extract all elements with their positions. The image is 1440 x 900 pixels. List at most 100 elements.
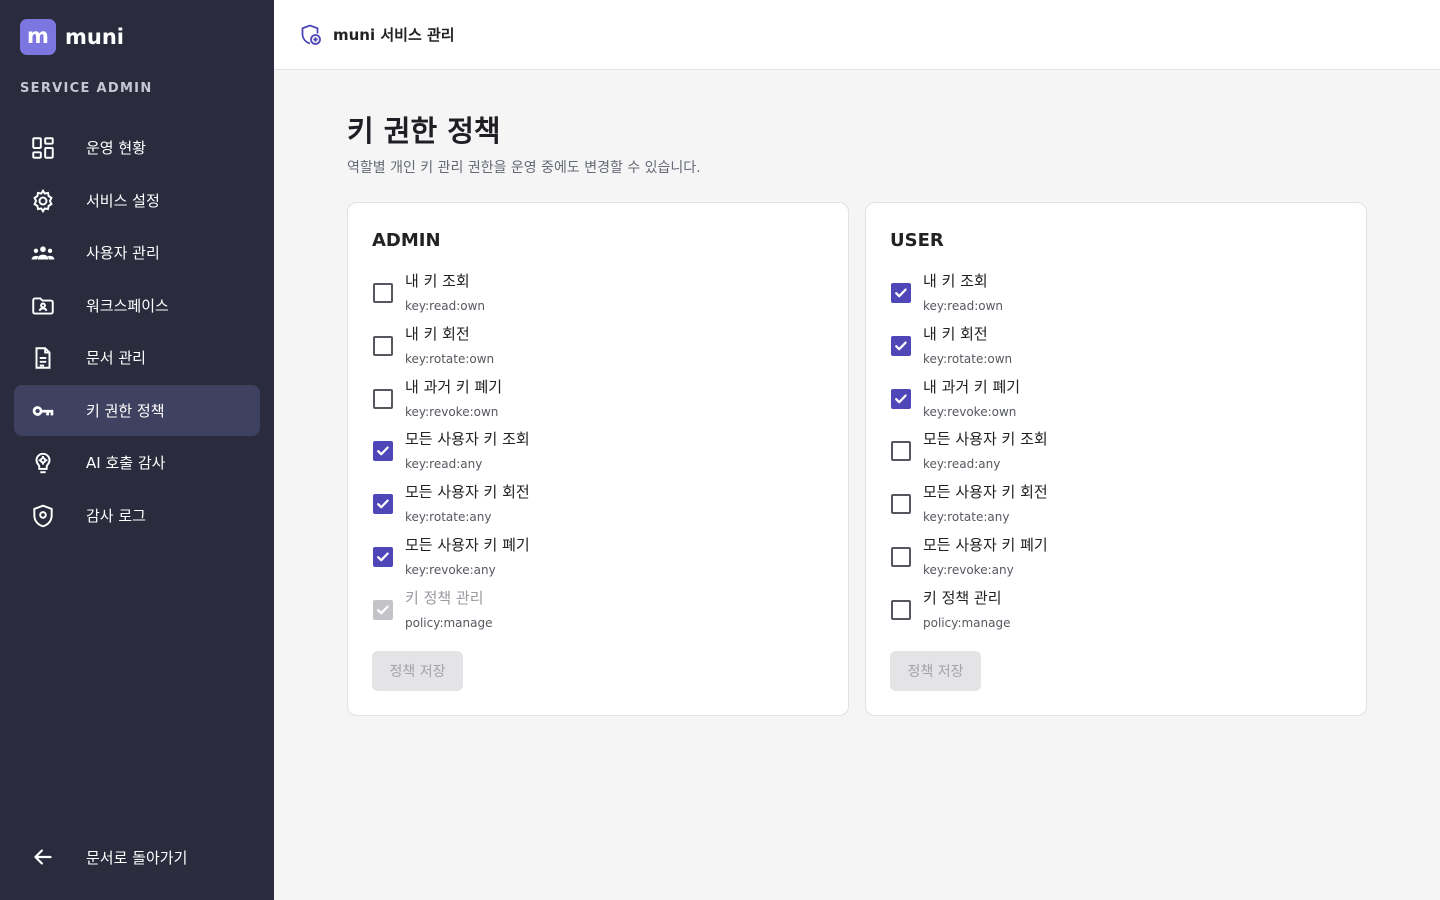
role-card-user: USER 내 키 조회 key:read:own 내 키 회전 key:rotate:… [865, 202, 1367, 716]
permission-item[interactable]: 모든 사용자 키 회전 key:rotate:any [372, 479, 832, 532]
permission-checkbox[interactable] [373, 388, 393, 409]
permission-label: 모든 사용자 키 회전 [405, 483, 530, 502]
sidebar-item-label: AI 호출 감사 [86, 454, 166, 472]
permission-checkbox[interactable] [891, 388, 911, 409]
sidebar: m muni SERVICE ADMIN 운영 현황 서비스 설정 사용자 관리 [0, 0, 274, 900]
permission-checkbox[interactable] [891, 599, 911, 620]
save-policy-button[interactable]: 정책 저장 [372, 651, 463, 691]
brand-mark: m [20, 19, 56, 55]
permission-code: key:rotate:any [923, 510, 1010, 525]
permission-item[interactable]: 내 과거 키 폐기 key:revoke:own [372, 374, 832, 427]
permission-item[interactable]: 내 키 회전 key:rotate:own [372, 321, 832, 374]
dashboard-icon [32, 137, 54, 159]
permission-item[interactable]: 내 키 조회 key:read:own [372, 268, 832, 321]
sidebar-item-ai-audit[interactable]: AI 호출 감사 [14, 437, 260, 488]
sidebar-item-service-settings[interactable]: 서비스 설정 [14, 175, 260, 226]
permission-label: 내 키 회전 [923, 324, 988, 343]
brand-name: muni [65, 25, 124, 49]
permission-checkbox[interactable] [373, 283, 393, 303]
permission-checkbox[interactable] [891, 494, 911, 515]
sidebar-item-users[interactable]: 사용자 관리 [14, 227, 260, 278]
checkmark-icon [895, 341, 907, 351]
permission-label: 내 과거 키 폐기 [405, 377, 503, 396]
sidebar-item-label: 워크스페이스 [86, 296, 169, 315]
permission-item[interactable]: 키 정책 관리 policy:manage [890, 585, 1350, 638]
sidebar-item-label: 운영 현황 [86, 139, 146, 157]
sidebar-item-label: 서비스 설정 [86, 191, 160, 210]
permission-checkbox[interactable] [373, 441, 393, 462]
permission-label: 모든 사용자 키 폐기 [923, 535, 1048, 554]
permission-checkbox[interactable] [373, 494, 393, 515]
workspace-folder-icon [32, 296, 54, 315]
permission-label: 내 키 조회 [923, 272, 988, 290]
permission-checkbox [373, 599, 393, 620]
permission-list: 내 키 조회 key:read:own 내 키 회전 key:rotate:own 내 … [372, 268, 832, 638]
permission-code: key:read:any [405, 457, 483, 472]
arrow-left-icon [34, 849, 52, 865]
permission-checkbox[interactable] [891, 335, 911, 356]
permission-item[interactable]: 모든 사용자 키 폐기 key:revoke:any [372, 532, 832, 585]
document-icon [35, 347, 51, 369]
key-icon [32, 405, 54, 416]
permission-code: key:revoke:any [405, 562, 496, 577]
permission-item[interactable]: 내 과거 키 폐기 key:revoke:own [890, 374, 1350, 427]
permission-code: key:rotate:any [405, 510, 492, 525]
permission-code: key:rotate:own [405, 351, 495, 366]
sidebar-item-dashboard[interactable]: 운영 현황 [14, 122, 260, 173]
permission-item[interactable]: 모든 사용자 키 폐기 key:revoke:any [890, 532, 1350, 585]
role-title: USER [890, 230, 944, 251]
checkmark-icon [377, 499, 389, 509]
sidebar-item-key-policy[interactable]: 키 권한 정책 [14, 384, 260, 436]
permission-checkbox[interactable] [891, 283, 911, 303]
permission-code: key:revoke:own [405, 404, 499, 419]
sidebar-item-documents[interactable]: 문서 관리 [14, 332, 260, 383]
permission-checkbox[interactable] [373, 335, 393, 356]
sidebar-item-workspace[interactable]: 워크스페이스 [14, 280, 260, 331]
permission-label: 내 과거 키 폐기 [923, 377, 1021, 396]
permission-item[interactable]: 내 키 조회 key:read:own [890, 268, 1350, 321]
permission-list: 내 키 조회 key:read:own 내 키 회전 key:rotate:own 내 … [890, 268, 1350, 638]
permission-label: 키 정책 관리 [923, 588, 1002, 607]
sidebar-section-label: SERVICE ADMIN [20, 81, 153, 96]
sidebar-nav: 운영 현황 서비스 설정 사용자 관리 워크스페이스 문서 관리 키 권한 정책… [14, 122, 260, 542]
role-title: ADMIN [372, 230, 441, 251]
topbar-title: muni 서비스 관리 [333, 26, 455, 44]
permission-checkbox[interactable] [891, 441, 911, 462]
topbar: muni 서비스 관리 [274, 0, 1440, 70]
permission-code: key:revoke:own [923, 404, 1017, 419]
brain-icon [35, 452, 51, 474]
permission-code: key:revoke:any [923, 562, 1014, 577]
shield-icon [33, 504, 53, 527]
page-title: 키 권한 정책 [347, 114, 501, 148]
permission-code: policy:manage [923, 615, 1011, 630]
sidebar-item-label: 키 권한 정책 [86, 401, 165, 420]
permission-code: key:rotate:own [923, 351, 1013, 366]
sidebar-item-label: 감사 로그 [86, 506, 146, 525]
permission-label: 내 키 조회 [405, 272, 470, 290]
sidebar-item-audit-log[interactable]: 감사 로그 [14, 490, 260, 541]
permission-code: policy:manage [405, 615, 493, 630]
shield-settings-icon [301, 24, 321, 45]
permission-item[interactable]: 키 정책 관리 policy:manage [372, 585, 832, 638]
sidebar-item-label: 사용자 관리 [86, 244, 160, 262]
role-card-admin: ADMIN 내 키 조회 key:read:own 내 키 회전 key:rotate… [347, 202, 849, 716]
brand-logo[interactable]: m muni [20, 19, 124, 55]
checkmark-icon [377, 446, 389, 456]
save-policy-button[interactable]: 정책 저장 [890, 651, 981, 691]
permission-label: 모든 사용자 키 조회 [405, 430, 530, 449]
permission-item[interactable]: 모든 사용자 키 회전 key:rotate:any [890, 479, 1350, 532]
page-subtitle: 역할별 개인 키 관리 권한을 운영 중에도 변경할 수 있습니다. [347, 160, 701, 176]
permission-item[interactable]: 내 키 회전 key:rotate:own [890, 321, 1350, 374]
sidebar-item-label: 문서 관리 [86, 349, 146, 367]
permission-label: 키 정책 관리 [405, 588, 484, 607]
permission-item[interactable]: 모든 사용자 키 조회 key:read:any [372, 426, 832, 479]
permission-checkbox[interactable] [373, 546, 393, 567]
permission-label: 모든 사용자 키 회전 [923, 483, 1048, 502]
permission-label: 모든 사용자 키 조회 [923, 430, 1048, 449]
permission-checkbox[interactable] [891, 546, 911, 567]
permission-item[interactable]: 모든 사용자 키 조회 key:read:any [890, 426, 1350, 479]
back-to-documents-link[interactable]: 문서로 돌아가기 [14, 833, 260, 881]
permission-code: key:read:own [405, 299, 486, 313]
checkmark-icon [377, 605, 389, 615]
permission-code: key:read:any [923, 457, 1001, 472]
